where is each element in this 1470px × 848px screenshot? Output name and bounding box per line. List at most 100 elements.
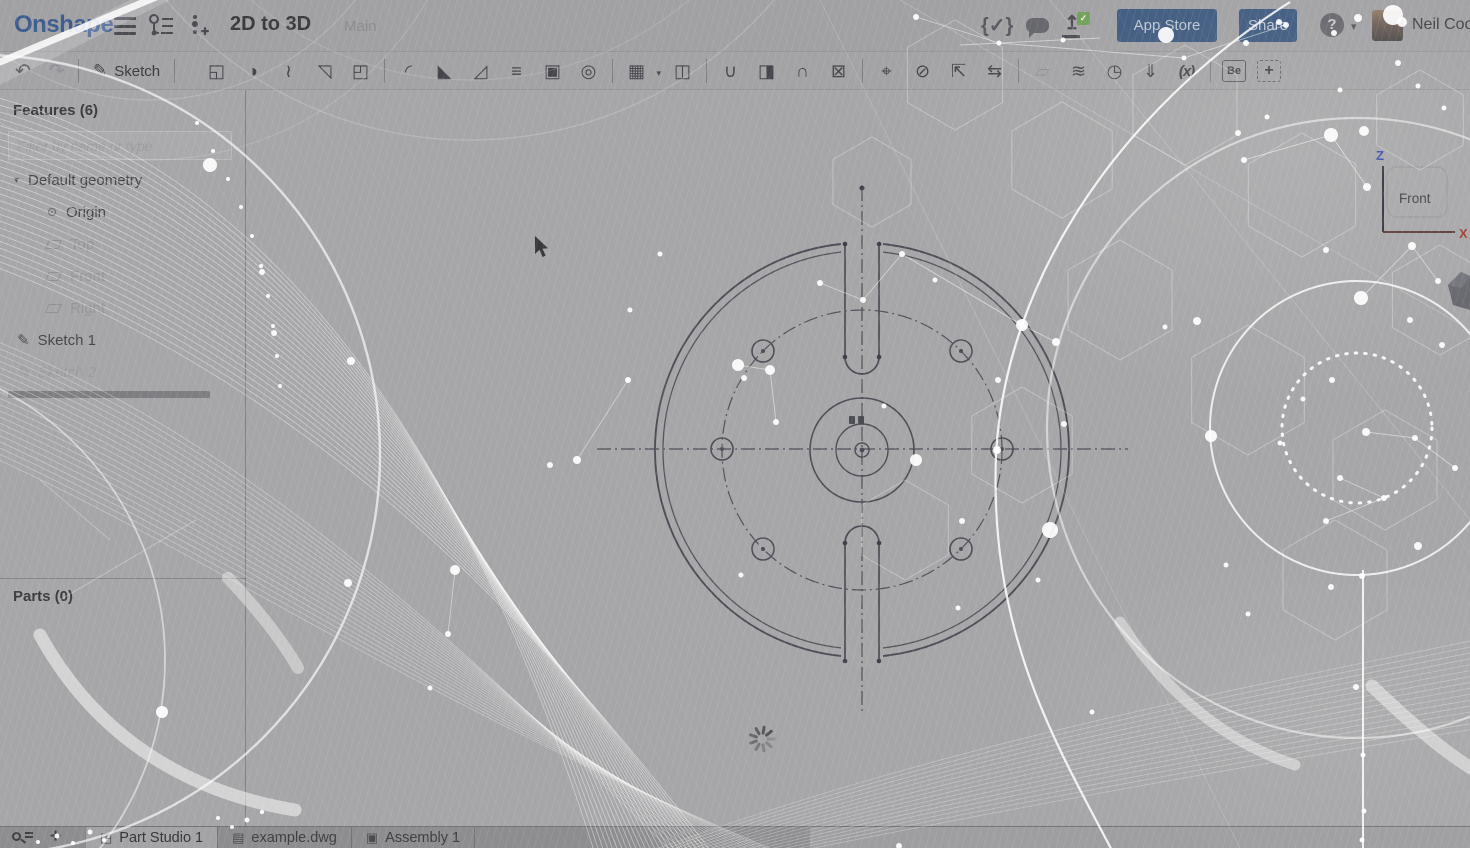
share-button[interactable]: Share — [1239, 9, 1297, 42]
feature-item-label: Default geometry — [28, 172, 142, 189]
user-name: Neil Coo — [1412, 16, 1470, 34]
axis-x-label: X — [1459, 226, 1468, 241]
part-studio-icon: ◳ — [100, 830, 112, 846]
feature-tree: ▾Default geometryOriginTopFrontRight✎Ske… — [0, 164, 246, 388]
sketch-button-label: Sketch — [114, 63, 160, 80]
tab-example-dwg[interactable]: ▤example.dwg — [217, 827, 351, 848]
sweep-tool-icon[interactable]: ≀ — [272, 57, 305, 85]
plane-tool-icon[interactable]: ▱ — [1026, 57, 1059, 85]
help-icon[interactable]: ? — [1320, 13, 1344, 37]
workspace-name[interactable]: Main — [344, 18, 377, 35]
toolbar-separator — [706, 59, 707, 83]
featurescript-notices-icon[interactable]: {✓} — [981, 13, 1013, 38]
add-tab-icon[interactable]: + — [50, 826, 61, 848]
feature-item-label: Top — [70, 236, 94, 253]
delete-face-tool-icon[interactable]: ⊘ — [906, 57, 939, 85]
sketch-icon: ✎ — [17, 363, 30, 381]
document-title[interactable]: 2D to 3D — [230, 13, 311, 36]
mirror-tool-icon[interactable]: ◫ — [666, 57, 699, 85]
help-caret-icon[interactable]: ▾ — [1351, 20, 1357, 33]
feature-filter-input[interactable] — [8, 131, 232, 160]
toolbar-separator — [384, 59, 385, 83]
toolbar-separator — [612, 59, 613, 83]
thicken-tool-icon[interactable]: ◰ — [344, 57, 377, 85]
delete-part-tool-icon[interactable]: ⊠ — [822, 57, 855, 85]
feature-item-sketch-1[interactable]: ✎Sketch 1 — [0, 324, 246, 356]
feature-item-top[interactable]: Top — [0, 228, 246, 260]
split-tool-icon[interactable]: ◨ — [750, 57, 783, 85]
toolbar-separator — [1018, 59, 1019, 83]
comments-icon[interactable] — [1026, 18, 1049, 33]
loft-tool-icon[interactable]: ◹ — [308, 57, 341, 85]
tab-part-studio-1[interactable]: ◳Part Studio 1 — [85, 827, 217, 848]
toolbar-separator — [174, 59, 175, 83]
feature-item-right[interactable]: Right — [0, 292, 246, 324]
loading-spinner — [751, 727, 774, 751]
revolve-tool-icon[interactable]: ◑ — [236, 57, 269, 85]
extrude-tool-icon[interactable]: ◱ — [200, 57, 233, 85]
fixed-constraint-icon — [849, 416, 864, 424]
feature-item-sketch-2[interactable]: ✎ Sketch 2 — [0, 356, 246, 388]
feature-item-label: Front — [70, 268, 105, 285]
toolbar-separator — [78, 59, 79, 83]
features-panel: Features (6) ▾Default geometryOriginTopF… — [0, 90, 246, 826]
pencil-icon: ✎ — [93, 61, 107, 81]
custom-feature-be-tool-icon[interactable]: Be — [1222, 60, 1246, 82]
hole-tool-icon[interactable]: ◎ — [572, 57, 605, 85]
replace-face-tool-icon[interactable]: ⇆ — [978, 57, 1011, 85]
dropdown-caret-icon[interactable]: ▾ — [656, 68, 661, 79]
onshape-logo[interactable]: Onshape — [14, 11, 113, 39]
intersect-tool-icon[interactable]: ∩ — [786, 57, 819, 85]
mouse-cursor — [535, 236, 548, 257]
shell-tool-icon[interactable]: ▣ — [536, 57, 569, 85]
parts-header: Parts (0) — [13, 588, 73, 605]
app-store-button[interactable]: App Store — [1117, 9, 1217, 42]
view-triad[interactable]: Front Z X — [1376, 148, 1468, 241]
transform-tool-icon[interactable]: ⌖ — [870, 57, 903, 85]
chevron-down-icon: ▾ — [14, 175, 28, 186]
feature-item-front[interactable]: Front — [0, 260, 246, 292]
rollback-bar[interactable] — [8, 391, 210, 398]
sketch-icon: ✎ — [17, 331, 30, 349]
boolean-tool-icon[interactable]: ∪ — [714, 57, 747, 85]
insert-version-icon[interactable] — [188, 13, 210, 41]
plane-icon — [45, 304, 62, 313]
document-menu-icon[interactable] — [114, 17, 136, 35]
versions-history-icon[interactable] — [146, 13, 174, 39]
tab-strip: ◳Part Studio 1▤example.dwg ▣ Assembly 1 — [85, 827, 475, 848]
undo-button[interactable]: ↶ — [6, 60, 40, 83]
panel-divider — [0, 578, 246, 579]
feature-item-label: Right — [70, 300, 105, 317]
import-success-badge: ✓ — [1077, 12, 1090, 25]
feature-item-origin[interactable]: Origin — [0, 196, 246, 228]
axis-z-label: Z — [1376, 148, 1384, 163]
plane-icon — [45, 272, 62, 281]
tab-bar-empty-zone — [810, 827, 1470, 848]
feature-item-default-geometry[interactable]: ▾Default geometry — [0, 164, 246, 196]
helix-tool-icon[interactable]: ≋ — [1062, 57, 1095, 85]
draft-tool-icon[interactable]: ◿ — [464, 57, 497, 85]
add-custom-feature-tool-icon[interactable]: + — [1257, 60, 1281, 82]
toolbar-separator — [862, 59, 863, 83]
view-orientation-label: Front — [1399, 191, 1431, 206]
features-header: Features (6) — [13, 102, 98, 119]
variables-tool-icon[interactable]: (x) — [1170, 57, 1203, 85]
feature-item-label: Sketch 2 — [38, 364, 96, 381]
assembly-icon: ▣ — [366, 830, 378, 846]
manage-tabs-icon[interactable] — [12, 831, 24, 843]
plane-icon — [45, 240, 62, 249]
linear-pattern-tool-icon[interactable]: ▦▾ — [620, 57, 653, 85]
tab-label: Assembly 1 — [385, 830, 460, 846]
import-export-tool-icon[interactable]: ⇓ — [1134, 57, 1167, 85]
move-face-tool-icon[interactable]: ⇱ — [942, 57, 975, 85]
rib-tool-icon[interactable]: ≡ — [500, 57, 533, 85]
tab-assembly-1[interactable]: ▣ Assembly 1 — [351, 827, 475, 848]
imported-dwg-sketch[interactable] — [597, 186, 1128, 714]
measure-tool-icon[interactable]: ◷ — [1098, 57, 1131, 85]
sketch-button[interactable]: ✎ Sketch — [83, 61, 170, 81]
user-avatar[interactable] — [1372, 10, 1403, 41]
chamfer-tool-icon[interactable]: ◣ — [428, 57, 461, 85]
import-status-icon[interactable]: ↥ ✓ — [1062, 14, 1088, 40]
redo-button[interactable]: ↷ — [40, 60, 74, 83]
fillet-tool-icon[interactable]: ◜ — [392, 57, 425, 85]
